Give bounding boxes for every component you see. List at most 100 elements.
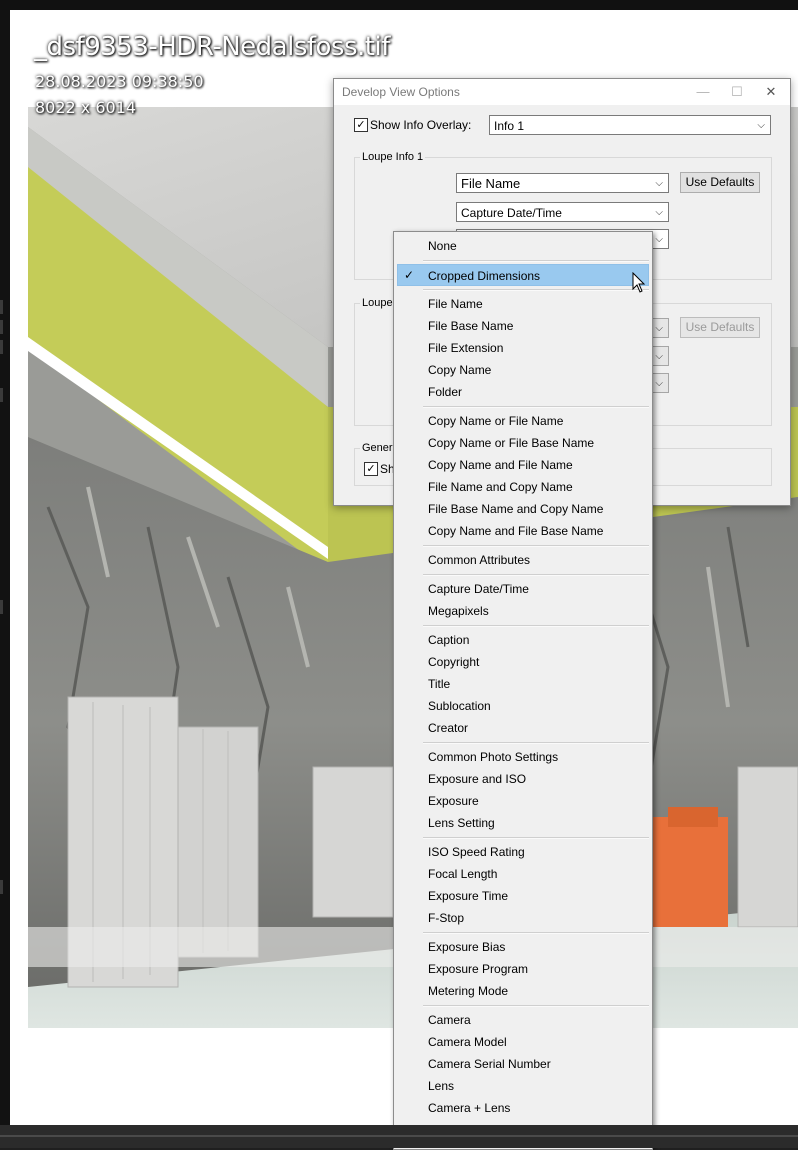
menu-item-label: Camera + Lens (428, 1101, 511, 1115)
menu-item-label: Metering Mode (428, 984, 509, 998)
loupe-info-1-line1-value: File Name (461, 176, 521, 191)
menu-item[interactable]: File Name (394, 294, 652, 314)
bottom-filmstrip-bar (0, 1125, 798, 1148)
chevron-down-icon: ⌵ (757, 120, 765, 131)
menu-item-label: Title (428, 677, 451, 691)
menu-item-label: Caption (428, 633, 470, 647)
menu-item[interactable]: Exposure Bias (394, 937, 652, 957)
menu-separator (423, 289, 649, 291)
info-field-dropdown-menu: None ✓ Cropped Dimensions File Name File Bas… (393, 231, 653, 1150)
menu-item[interactable]: Camera Model (394, 1032, 652, 1052)
menu-item[interactable]: File Name and Copy Name (394, 477, 652, 497)
minimize-icon[interactable]: — (694, 83, 712, 101)
loupe-info-1-line2-select[interactable]: Capture Date/Time ⌵ (456, 202, 669, 222)
menu-item[interactable]: Sublocation (394, 696, 652, 716)
menu-separator (423, 837, 649, 839)
show-info-overlay-label: Show Info Overlay: (370, 118, 472, 132)
close-icon[interactable]: ✕ (762, 83, 780, 101)
overlay-file-name: _dsf9353-HDR-Nedalsfoss.tif (34, 32, 390, 62)
menu-item[interactable]: Camera (394, 1010, 652, 1030)
menu-item-label: Camera Model (428, 1035, 507, 1049)
loupe-info-1-line1-select[interactable]: File Name ⌵ (456, 173, 669, 193)
menu-item[interactable]: Folder (394, 382, 652, 402)
general-checkbox[interactable]: ✓ (364, 462, 378, 476)
menu-item-label: Cropped Dimensions (428, 269, 541, 283)
menu-separator (423, 932, 649, 934)
dialog-titlebar[interactable]: Develop View Options — ☐ ✕ (334, 79, 790, 105)
menu-item-label: Lens Setting (428, 816, 495, 830)
menu-item[interactable]: Capture Date/Time (394, 579, 652, 599)
menu-item[interactable]: Lens Setting (394, 813, 652, 833)
menu-item-label: File Extension (428, 341, 504, 355)
menu-item-label: Exposure Time (428, 889, 509, 903)
menu-item[interactable]: Copy Name and File Base Name (394, 521, 652, 541)
menu-item[interactable]: File Extension (394, 338, 652, 358)
menu-item[interactable]: ISO Speed Rating (394, 842, 652, 862)
info-overlay-select[interactable]: Info 1 ⌵ (489, 115, 771, 135)
menu-item[interactable]: Lens (394, 1076, 652, 1096)
menu-item[interactable]: Copy Name and File Name (394, 455, 652, 475)
show-info-overlay-checkbox[interactable]: ✓ (354, 118, 368, 132)
menu-item[interactable]: Caption (394, 630, 652, 650)
menu-item-label: Megapixels (428, 604, 489, 618)
menu-item-label: Copy Name or File Base Name (428, 436, 595, 450)
menu-item[interactable]: F-Stop (394, 908, 652, 928)
maximize-icon[interactable]: ☐ (728, 83, 746, 101)
menu-item-label: File Base Name and Copy Name (428, 502, 604, 516)
menu-item[interactable]: Title (394, 674, 652, 694)
loupe-info-1-line2-value: Capture Date/Time (461, 206, 562, 220)
menu-item-label: Capture Date/Time (428, 582, 529, 596)
menu-item[interactable]: Exposure (394, 791, 652, 811)
menu-item-label: Focal Length (428, 867, 498, 881)
menu-item[interactable]: Copy Name or File Name (394, 411, 652, 431)
menu-separator (423, 625, 649, 627)
menu-item[interactable]: Copy Name (394, 360, 652, 380)
menu-item-label: ISO Speed Rating (428, 845, 525, 859)
menu-item[interactable]: Camera Serial Number (394, 1054, 652, 1074)
menu-item[interactable]: File Base Name and Copy Name (394, 499, 652, 519)
menu-item[interactable]: Common Attributes (394, 550, 652, 570)
menu-item[interactable]: Megapixels (394, 601, 652, 621)
menu-item[interactable]: Focal Length (394, 864, 652, 884)
menu-item-label: Copy Name and File Base Name (428, 524, 604, 538)
menu-separator (423, 545, 649, 547)
loupe-info-1-label: Loupe Info 1 (360, 151, 426, 163)
menu-item[interactable]: File Base Name (394, 316, 652, 336)
menu-item[interactable]: Metering Mode (394, 981, 652, 1001)
menu-item-label: Camera Serial Number (428, 1057, 551, 1071)
menu-separator (423, 406, 649, 408)
overlay-capture-time: 28.08.2023 09:38:50 (35, 72, 204, 91)
menu-item-label: File Base Name (428, 319, 514, 333)
chevron-down-icon: ⌵ (655, 234, 663, 245)
dialog-title: Develop View Options (342, 85, 460, 99)
menu-item-label: Common Attributes (428, 553, 531, 567)
menu-item[interactable]: Creator (394, 718, 652, 738)
menu-item-label: None (428, 239, 457, 253)
menu-item-label: Exposure and ISO (428, 772, 527, 786)
menu-item[interactable]: Exposure Program (394, 959, 652, 979)
menu-item-label: F-Stop (428, 911, 465, 925)
left-panel-edge (0, 10, 10, 1125)
menu-separator (423, 574, 649, 576)
menu-item-label: Common Photo Settings (428, 750, 559, 764)
menu-item[interactable]: Copyright (394, 652, 652, 672)
checkmark-icon: ✓ (404, 268, 415, 282)
menu-item-label: Exposure (428, 794, 479, 808)
menu-item[interactable]: ✓ Cropped Dimensions (397, 264, 649, 286)
menu-item[interactable]: Exposure Time (394, 886, 652, 906)
menu-item[interactable]: Copy Name or File Base Name (394, 433, 652, 453)
menu-separator (423, 260, 649, 262)
use-defaults-2-button[interactable]: Use Defaults (680, 317, 760, 338)
menu-item[interactable]: Camera + Lens (394, 1098, 652, 1118)
menu-item[interactable]: None (394, 236, 652, 256)
menu-item-label: Creator (428, 721, 469, 735)
menu-item[interactable]: Common Photo Settings (394, 747, 652, 767)
top-strip (0, 0, 798, 10)
overlay-dimensions: 8022 x 6014 (35, 98, 137, 117)
menu-item-label: Copy Name (428, 363, 492, 377)
menu-item[interactable]: Exposure and ISO (394, 769, 652, 789)
menu-separator (423, 742, 649, 744)
chevron-down-icon: ⌵ (655, 178, 663, 189)
menu-item-label: Folder (428, 385, 463, 399)
use-defaults-button[interactable]: Use Defaults (680, 172, 760, 193)
